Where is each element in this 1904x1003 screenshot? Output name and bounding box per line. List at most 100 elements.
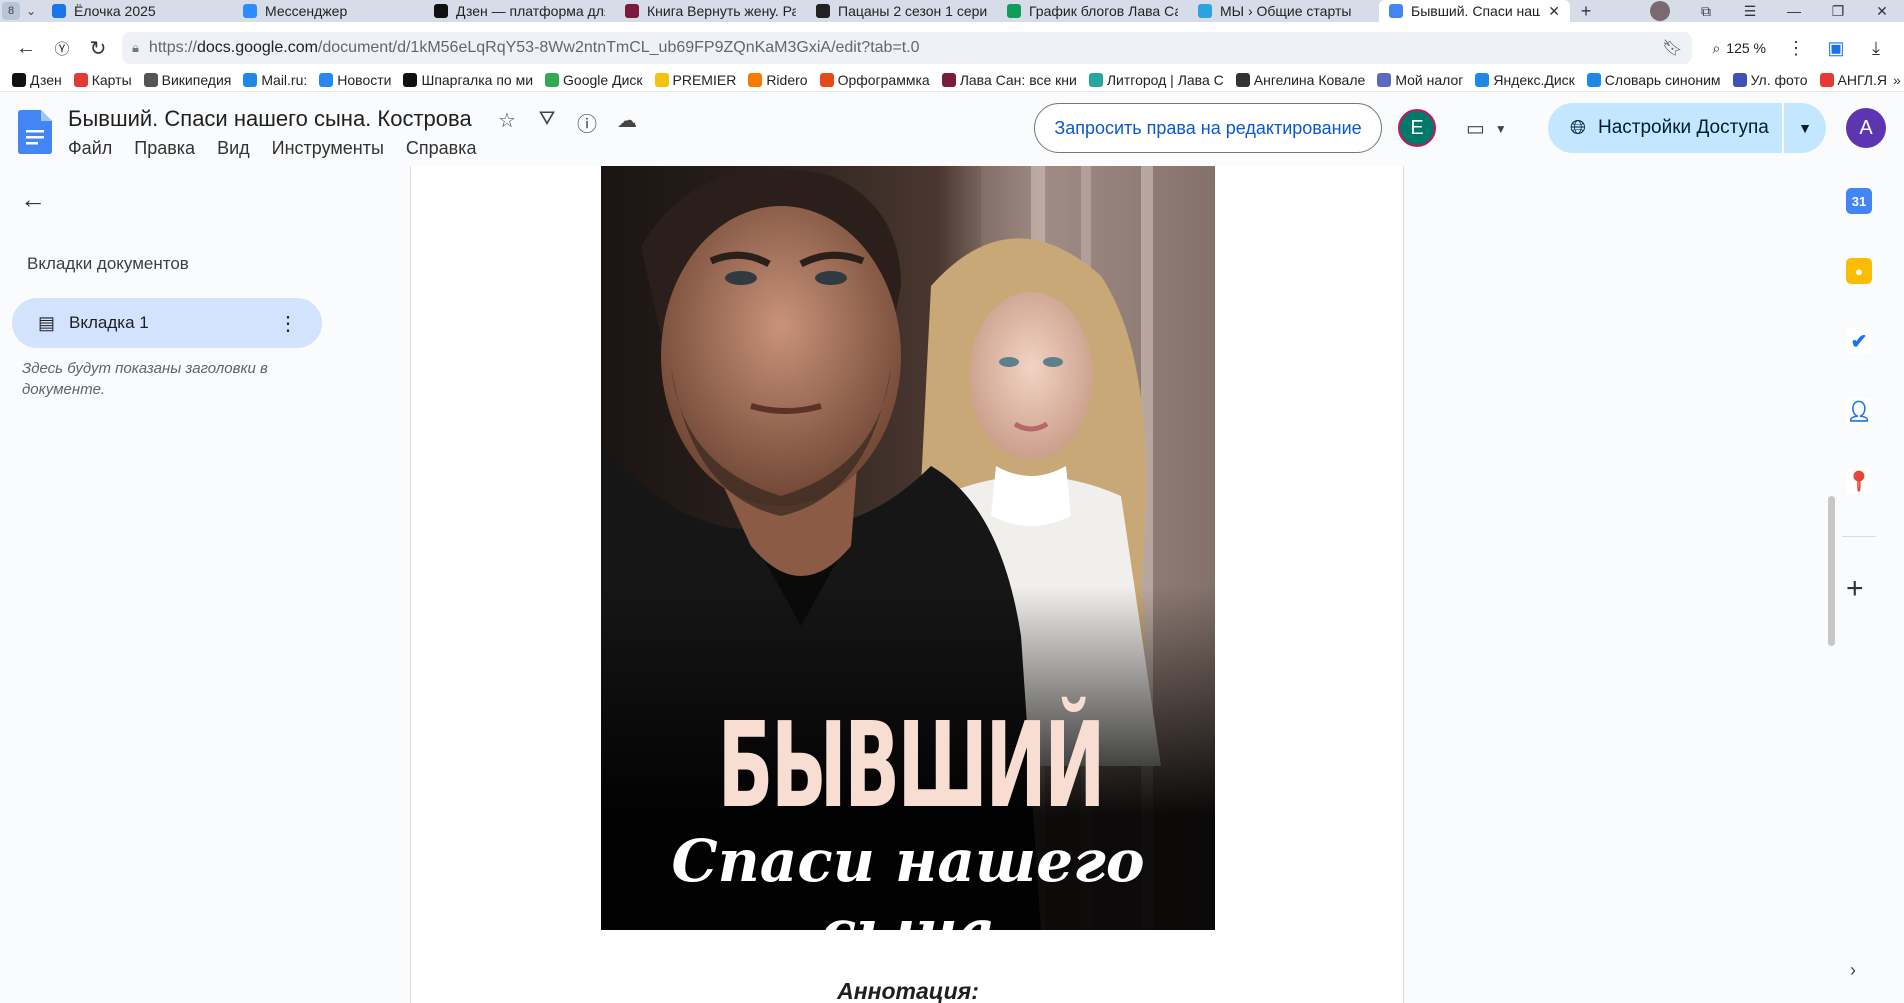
star-icon[interactable]: ☆ xyxy=(496,108,518,137)
bookmark-item[interactable]: Ангелина Ковале xyxy=(1230,72,1372,88)
bookmark-item[interactable]: Ridero xyxy=(742,72,813,88)
contacts-icon[interactable]: 👤︎ xyxy=(1846,398,1872,424)
yandex-icon[interactable]: Ⓨ xyxy=(44,30,80,66)
sheets-icon xyxy=(1007,4,1021,18)
docs-header: Бывший. Спаси нашего сына. Кострова ☆ ⛛ … xyxy=(0,92,1904,166)
kebab-menu-icon[interactable]: ⋮ xyxy=(1776,38,1816,59)
meet-button[interactable]: ▭ ▼ xyxy=(1466,116,1507,141)
bookmark-item[interactable]: Mail.ru: xyxy=(237,72,313,88)
menu-bar: Файл Правка Вид Инструменты Справка xyxy=(68,138,477,159)
menu-view[interactable]: Вид xyxy=(217,138,250,159)
info-icon[interactable]: ⓘ xyxy=(576,108,598,137)
browser-tab[interactable]: МЫ › Общие старты xyxy=(1188,0,1379,22)
screen-share-icon[interactable]: ▣ xyxy=(1816,38,1856,59)
messenger-icon xyxy=(243,4,257,18)
bookmark-label: Мой налог xyxy=(1395,71,1464,88)
bookmark-item[interactable]: Лава Сан: все кни xyxy=(936,72,1083,88)
document-tabs-sidebar: ← Вкладки документов ▤ Вкладка 1 ⋮ Здесь… xyxy=(0,166,410,1003)
back-icon[interactable]: ← xyxy=(8,30,44,66)
move-to-drive-icon[interactable]: ⛛ xyxy=(536,108,558,137)
bookmark-item[interactable]: Ул. фото xyxy=(1727,72,1814,88)
maps-icon[interactable]: 📍︎ xyxy=(1846,468,1872,494)
menu-tools[interactable]: Инструменты xyxy=(272,138,384,159)
menu-edit[interactable]: Правка xyxy=(134,138,195,159)
add-addon-icon[interactable]: + xyxy=(1846,572,1864,606)
tab-count-badge[interactable]: 8 xyxy=(2,2,20,20)
bookmark-label: Карты xyxy=(91,71,132,88)
bookmark-item[interactable]: Google Диск xyxy=(539,72,648,88)
url-input[interactable]: 🔒︎ https://docs.google.com/document/d/1k… xyxy=(122,32,1693,64)
browser-tab-strip: 8 ⌄ Ёлочка 2025 Мессенджер Дзен — платформ… xyxy=(0,0,1904,22)
request-edit-access-button[interactable]: Запросить права на редактирование xyxy=(1034,103,1382,153)
browser-tab[interactable]: График блогов Лава Са xyxy=(997,0,1188,22)
browser-tab[interactable]: Бывший. Спаси наше ✕ xyxy=(1379,0,1570,22)
tabs-dropdown-icon[interactable]: ⌄ xyxy=(20,0,42,22)
docs-main: ← Вкладки документов ▤ Вкладка 1 ⋮ Здесь… xyxy=(0,166,1904,1003)
close-sidebar-arrow-icon[interactable]: ← xyxy=(20,184,46,215)
account-avatar[interactable]: A xyxy=(1846,108,1886,148)
close-tab-icon[interactable]: ✕ xyxy=(1548,3,1560,20)
collaborator-avatar[interactable]: E xyxy=(1398,109,1436,147)
bookmarks-more-button[interactable]: » xyxy=(1893,72,1904,88)
browser-tab[interactable]: Ёлочка 2025 xyxy=(42,0,233,22)
keep-icon[interactable]: ● xyxy=(1846,258,1872,284)
bookmark-favicon-icon xyxy=(748,72,763,87)
new-tab-button[interactable]: + xyxy=(1574,1,1598,21)
browser-tab[interactable]: Пацаны 2 сезон 1 серия xyxy=(806,0,997,22)
bookmark-item[interactable]: Дзен xyxy=(6,72,68,88)
cloud-status-icon[interactable]: ☁ xyxy=(616,108,638,137)
browser-tab[interactable]: Книга Вернуть жену. Ра xyxy=(615,0,806,22)
bookmark-favicon-icon xyxy=(1586,72,1601,87)
bookmark-icon[interactable]: 🔖︎ xyxy=(1662,38,1682,58)
download-icon[interactable]: ⤓ xyxy=(1856,38,1896,59)
browser-tab-title: Пацаны 2 сезон 1 серия xyxy=(838,3,987,19)
tasks-icon[interactable]: ✔ xyxy=(1846,328,1872,354)
collections-icon[interactable]: ⧉ xyxy=(1684,3,1728,20)
share-button[interactable]: 🌐︎ Настройки Доступа ▼ xyxy=(1548,103,1826,153)
bookmark-item[interactable]: Литгород | Лава С xyxy=(1083,72,1230,88)
profile-avatar[interactable] xyxy=(1650,1,1670,21)
document-page[interactable]: БЫВШИЙ Спаси нашего сына Аннотация: xyxy=(410,166,1404,1003)
share-dropdown-icon[interactable]: ▼ xyxy=(1784,120,1826,136)
bookmark-item[interactable]: Википедия xyxy=(138,72,238,88)
browser-tab[interactable]: Дзен — платформа для xyxy=(424,0,615,22)
restore-icon[interactable]: ❐ xyxy=(1816,3,1860,20)
google-docs-logo-icon[interactable] xyxy=(18,110,52,154)
bookmark-label: Ridero xyxy=(766,71,808,88)
minimize-icon[interactable]: — xyxy=(1772,3,1816,19)
menu-help[interactable]: Справка xyxy=(406,138,477,159)
bookmark-favicon-icon xyxy=(1819,72,1834,87)
bookmark-item[interactable]: АНГЛ.Я xyxy=(1814,72,1893,88)
bookmark-item[interactable]: Карты xyxy=(68,72,138,88)
book-cover-image: БЫВШИЙ Спаси нашего сына xyxy=(601,166,1215,930)
tab-options-icon[interactable]: ⋮ xyxy=(278,311,298,336)
bookmark-item[interactable]: Яндекс.Диск xyxy=(1469,72,1580,88)
reload-icon[interactable]: ↻ xyxy=(80,30,116,66)
bookmark-item[interactable]: PREMIER xyxy=(649,72,743,88)
zoom-indicator[interactable]: ⌕ 125 % xyxy=(1702,33,1776,63)
bookmark-item[interactable]: Мой налог xyxy=(1371,72,1469,88)
sidebar-tab-label: Вкладка 1 xyxy=(69,313,149,332)
sidebar-hint: Здесь будут показаны заголовки в докумен… xyxy=(22,360,268,398)
bookmarks-bar: Дзен Карты Википедия Mail.ru: Новости Шпаргал… xyxy=(0,68,1904,92)
close-window-icon[interactable]: ✕ xyxy=(1860,3,1904,20)
browser-tab[interactable]: Мессенджер xyxy=(233,0,424,22)
bookmark-favicon-icon xyxy=(243,72,258,87)
bookmark-favicon-icon xyxy=(1088,72,1103,87)
bookmark-item[interactable]: Новости xyxy=(313,72,397,88)
menu-file[interactable]: Файл xyxy=(68,138,112,159)
calendar-icon[interactable]: 31 xyxy=(1846,188,1872,214)
bookmark-item[interactable]: Орфограммка xyxy=(814,72,936,88)
document-title[interactable]: Бывший. Спаси нашего сына. Кострова xyxy=(68,106,472,132)
document-tab-icon: ▤ xyxy=(38,312,56,333)
sidebar-item-tab-1[interactable]: ▤ Вкладка 1 ⋮ xyxy=(12,298,322,348)
bookmark-label: Новости xyxy=(337,71,392,88)
bookmark-label: Литгород | Лава С xyxy=(1106,71,1224,88)
chevron-right-icon[interactable]: › xyxy=(1850,960,1856,981)
bookmark-item[interactable]: Шпаргалка по ми xyxy=(397,72,539,88)
bookmark-favicon-icon xyxy=(403,72,418,87)
bookmark-favicon-icon xyxy=(73,72,88,87)
menu-icon[interactable]: ☰ xyxy=(1728,3,1772,20)
bookmark-item[interactable]: Словарь синоним xyxy=(1581,72,1727,88)
sidebar-title: Вкладки документов xyxy=(27,254,189,273)
